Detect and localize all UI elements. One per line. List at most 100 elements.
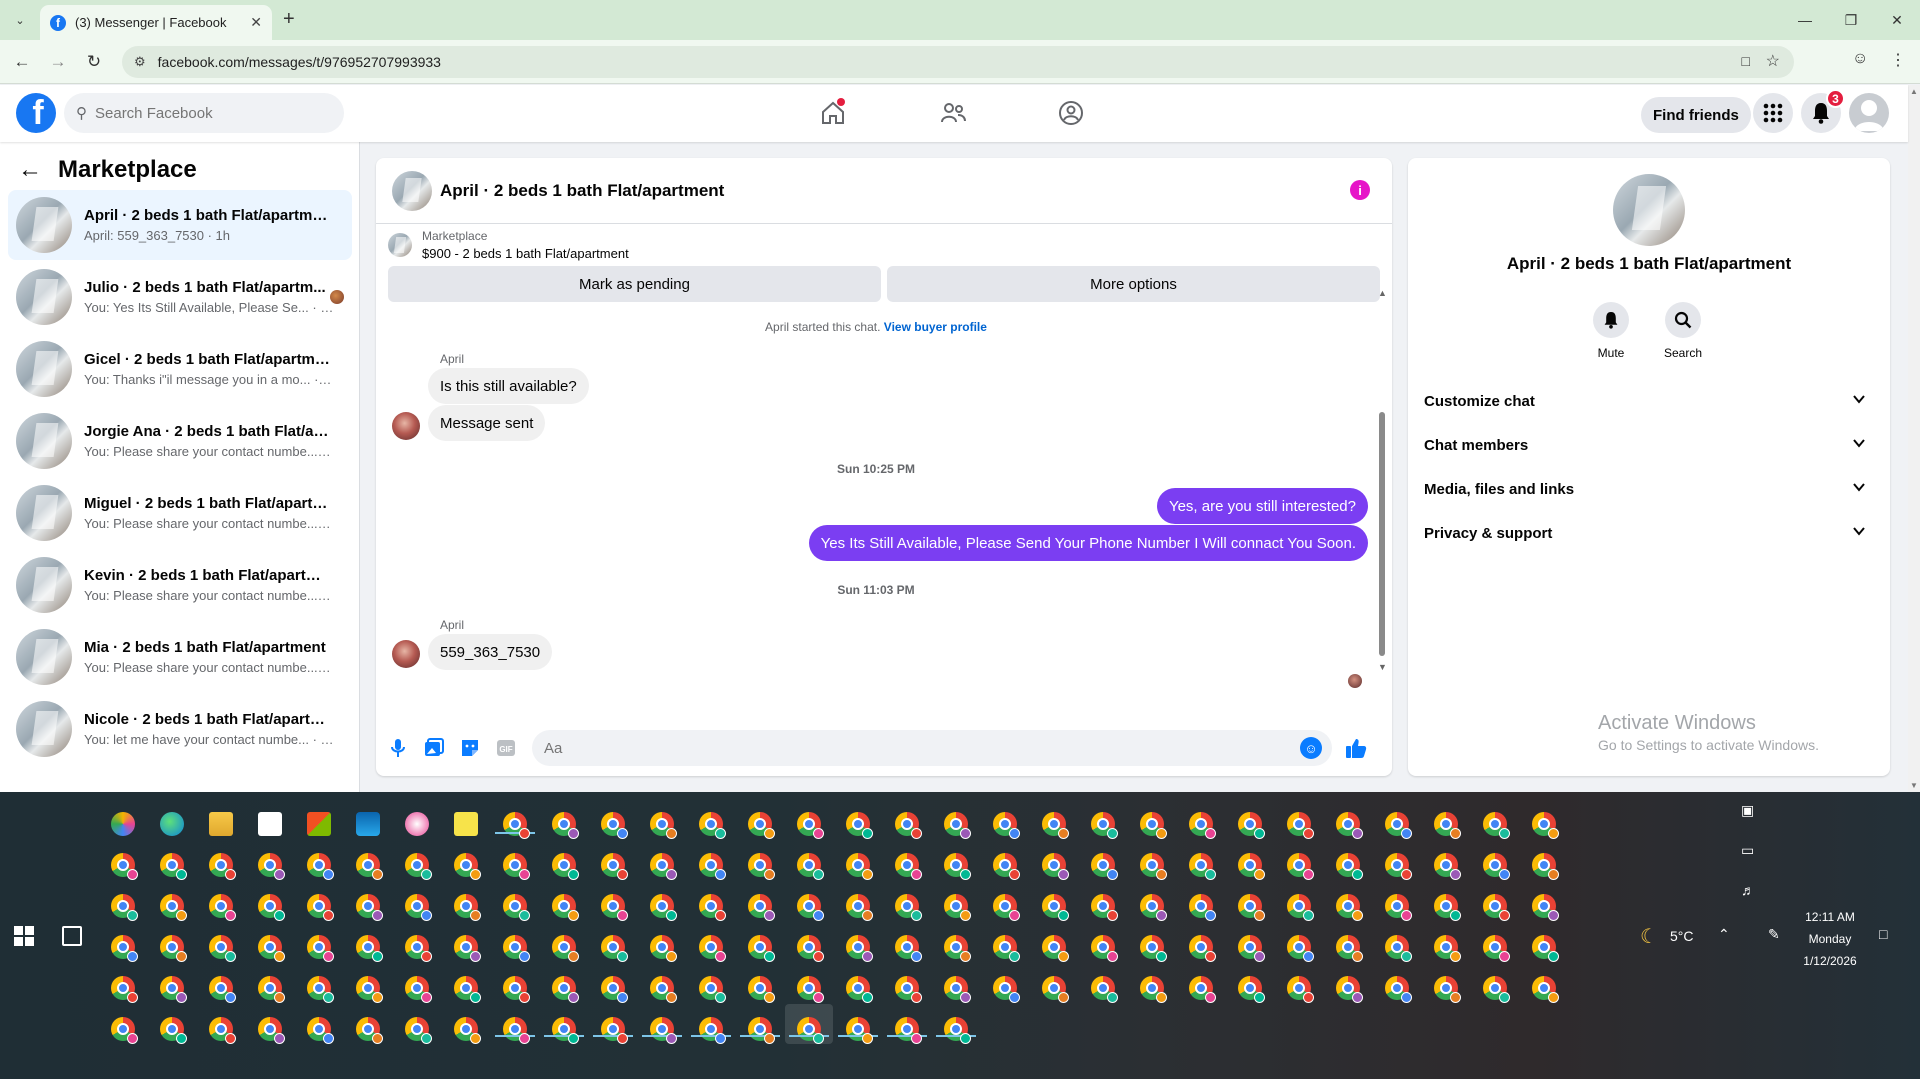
chrome-window-icon[interactable] (797, 1017, 824, 1044)
forward-icon[interactable]: → (46, 50, 70, 74)
home-nav-icon[interactable] (813, 95, 853, 131)
chrome-window-icon[interactable] (846, 976, 873, 1003)
message-input-box[interactable]: ☺ (532, 730, 1332, 766)
conversation-item[interactable]: Miguel · 2 beds 1 bath Flat/apartm... You… (8, 478, 352, 548)
chrome-window-icon[interactable] (503, 935, 530, 962)
find-friends-button[interactable]: Find friends (1641, 97, 1751, 133)
chrome-window-icon[interactable] (944, 935, 971, 962)
chrome-window-icon[interactable] (846, 812, 873, 839)
chrome-window-icon[interactable] (846, 853, 873, 880)
chrome-window-icon[interactable] (748, 853, 775, 880)
chrome-window-icon[interactable] (748, 894, 775, 921)
chrome-window-icon[interactable] (1287, 976, 1314, 1003)
chrome-window-icon[interactable] (1091, 976, 1118, 1003)
close-window-icon[interactable]: ✕ (1874, 0, 1920, 40)
chrome-window-icon[interactable] (503, 853, 530, 880)
chrome-window-icon[interactable] (601, 894, 628, 921)
chrome-window-icon[interactable] (258, 976, 285, 1003)
chrome-window-icon[interactable] (1091, 812, 1118, 839)
new-tab-icon[interactable]: + (283, 8, 295, 31)
chrome-window-icon[interactable] (1042, 894, 1069, 921)
chrome-window-icon[interactable] (405, 853, 432, 880)
chrome-window-icon[interactable] (1042, 812, 1069, 839)
file-explorer-icon[interactable] (209, 812, 233, 836)
chrome-window-icon[interactable] (1287, 853, 1314, 880)
chrome-window-icon[interactable] (1336, 894, 1363, 921)
chrome-window-icon[interactable] (1140, 935, 1167, 962)
notification-center-icon[interactable]: □ (1879, 926, 1887, 942)
thumbs-up-icon[interactable] (1344, 736, 1368, 760)
search-action[interactable]: Search (1653, 302, 1713, 360)
chrome-window-icon[interactable] (601, 853, 628, 880)
chrome-window-icon[interactable] (1238, 976, 1265, 1003)
chat-listing-thumbnail[interactable] (392, 170, 432, 211)
chat-members-section[interactable]: Chat members (1416, 423, 1882, 467)
chrome-window-icon[interactable] (895, 894, 922, 921)
chrome-window-icon[interactable] (1385, 935, 1412, 962)
chrome-window-icon[interactable] (1042, 976, 1069, 1003)
chrome-window-icon[interactable] (748, 812, 775, 839)
chrome-window-icon[interactable] (552, 812, 579, 839)
chrome-window-icon[interactable] (209, 853, 236, 880)
chrome-window-icon[interactable] (307, 853, 334, 880)
chrome-window-icon[interactable] (258, 853, 285, 880)
chrome-window-icon[interactable] (1091, 894, 1118, 921)
chrome-window-icon[interactable] (258, 935, 285, 962)
chrome-window-icon[interactable] (699, 853, 726, 880)
chrome-window-icon[interactable] (503, 894, 530, 921)
microsoft-store-icon[interactable] (307, 812, 331, 836)
chrome-window-icon[interactable] (1287, 812, 1314, 839)
chrome-window-icon[interactable] (993, 853, 1020, 880)
chrome-window-icon[interactable] (503, 976, 530, 1003)
mute-action[interactable]: Mute (1581, 302, 1641, 360)
message-input[interactable] (544, 739, 1284, 757)
scroll-down-arrow-icon[interactable]: ▼ (1378, 662, 1387, 672)
chrome-window-icon[interactable] (356, 935, 383, 962)
chrome-window-icon[interactable] (1385, 812, 1412, 839)
windows-start-icon[interactable] (14, 926, 34, 946)
chrome-window-icon[interactable] (1336, 935, 1363, 962)
chrome-window-icon[interactable] (748, 1017, 775, 1044)
mute-bell-icon[interactable] (1593, 302, 1629, 338)
back-arrow-icon[interactable]: ← (18, 156, 42, 184)
volume-icon[interactable]: ♬ (1741, 882, 1755, 898)
chrome-window-icon[interactable] (650, 935, 677, 962)
facebook-search[interactable]: ⚲ (64, 93, 344, 133)
chrome-window-icon[interactable] (405, 1017, 432, 1044)
chrome-window-icon[interactable] (601, 976, 628, 1003)
chrome-window-icon[interactable] (1238, 935, 1265, 962)
outgoing-message[interactable]: Yes Its Still Available, Please Send You… (808, 525, 1368, 561)
pen-icon[interactable]: ✎ (1768, 926, 1780, 943)
chrome-window-icon[interactable] (1532, 935, 1559, 962)
conversation-item[interactable]: Gicel · 2 beds 1 bath Flat/apartment You:… (8, 334, 352, 404)
chrome-window-icon[interactable] (1434, 853, 1461, 880)
chrome-window-icon[interactable] (209, 894, 236, 921)
scroll-up-arrow-icon[interactable]: ▲ (1378, 288, 1387, 298)
chrome-window-icon[interactable] (1532, 976, 1559, 1003)
gif-icon[interactable]: GIF (494, 736, 518, 760)
chrome-window-icon[interactable] (993, 976, 1020, 1003)
chrome-window-icon[interactable] (1385, 853, 1412, 880)
system-clock[interactable]: 12:11 AM Monday 1/12/2026 (1790, 906, 1870, 972)
chrome-window-icon[interactable] (797, 894, 824, 921)
chrome-window-icon[interactable] (111, 853, 138, 880)
tab-search-chevron-icon[interactable]: ⌄ (8, 8, 32, 32)
search-magnifier-icon[interactable] (1665, 302, 1701, 338)
chrome-window-icon[interactable] (650, 976, 677, 1003)
browser-menu-icon[interactable]: ⋮ (1890, 50, 1906, 70)
chrome-window-icon[interactable] (454, 1017, 481, 1044)
back-icon[interactable]: ← (10, 50, 34, 74)
microphone-icon[interactable] (386, 736, 410, 760)
chrome-window-icon[interactable] (1189, 935, 1216, 962)
chrome-window-icon[interactable] (552, 935, 579, 962)
restore-icon[interactable]: ❐ (1828, 0, 1874, 40)
chrome-window-icon[interactable] (895, 935, 922, 962)
chrome-window-icon[interactable] (1434, 935, 1461, 962)
listing-large-thumbnail[interactable] (1613, 174, 1685, 246)
chrome-window-icon[interactable] (1238, 853, 1265, 880)
chrome-window-icon[interactable] (454, 853, 481, 880)
mark-as-pending-button[interactable]: Mark as pending (388, 266, 881, 302)
sender-avatar[interactable] (392, 640, 420, 668)
site-info-icon[interactable]: ⚙ (134, 54, 146, 70)
url-box[interactable]: ⚙ facebook.com/messages/t/97695270799393… (122, 46, 1794, 78)
